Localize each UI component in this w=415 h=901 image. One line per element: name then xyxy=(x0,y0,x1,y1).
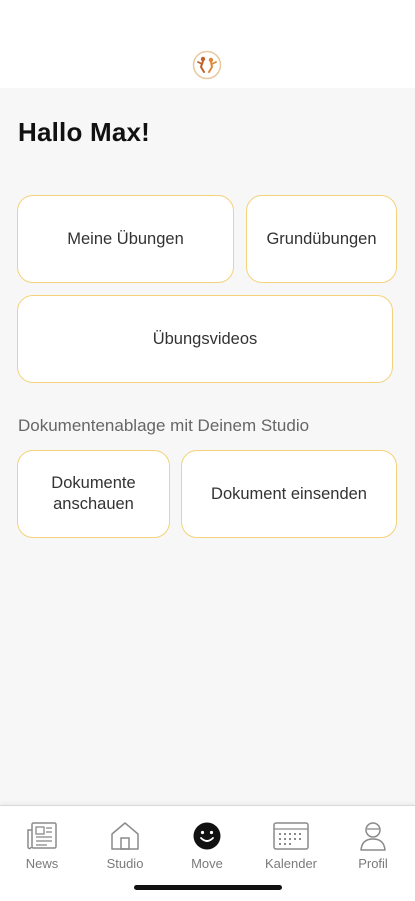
home-indicator xyxy=(134,885,282,890)
exercise-videos-label: Übungsvideos xyxy=(152,329,258,348)
house-icon xyxy=(111,822,139,850)
tab-move-label: Move xyxy=(191,856,223,871)
submit-document-label: Dokument einsenden xyxy=(211,484,367,503)
tab-news-label: News xyxy=(25,856,59,871)
smiley-icon xyxy=(193,822,221,850)
view-documents-button[interactable]: Dokumente anschauen xyxy=(17,450,170,538)
submit-document-button[interactable]: Dokument einsenden xyxy=(181,450,397,538)
basic-exercises-button[interactable]: Grundübungen xyxy=(246,195,397,283)
calendar-icon xyxy=(273,822,309,850)
person-icon xyxy=(360,822,386,851)
tab-kalender[interactable]: Kalender xyxy=(256,820,326,880)
tab-kalender-label: Kalender xyxy=(264,856,318,871)
tab-studio[interactable]: Studio xyxy=(90,820,160,880)
tab-studio-label: Studio xyxy=(106,856,144,871)
fitness-logo-icon xyxy=(192,50,222,80)
view-documents-label: Dokumente anschauen xyxy=(51,474,136,513)
newspaper-icon xyxy=(27,822,57,850)
page-title: Hallo Max! xyxy=(18,117,151,147)
documents-section-label: Dokumentenablage mit Deinem Studio xyxy=(18,416,310,435)
exercise-videos-button[interactable]: Übungsvideos xyxy=(17,295,393,383)
tab-move[interactable]: Move xyxy=(172,820,242,880)
tab-news[interactable]: News xyxy=(7,820,77,880)
tab-profil[interactable]: Profil xyxy=(338,820,408,880)
my-exercises-button[interactable]: Meine Übungen xyxy=(17,195,234,283)
basic-exercises-label: Grundübungen xyxy=(266,229,377,248)
top-bar xyxy=(0,0,415,88)
tab-profil-label: Profil xyxy=(358,856,388,871)
my-exercises-label: Meine Übungen xyxy=(67,229,184,248)
